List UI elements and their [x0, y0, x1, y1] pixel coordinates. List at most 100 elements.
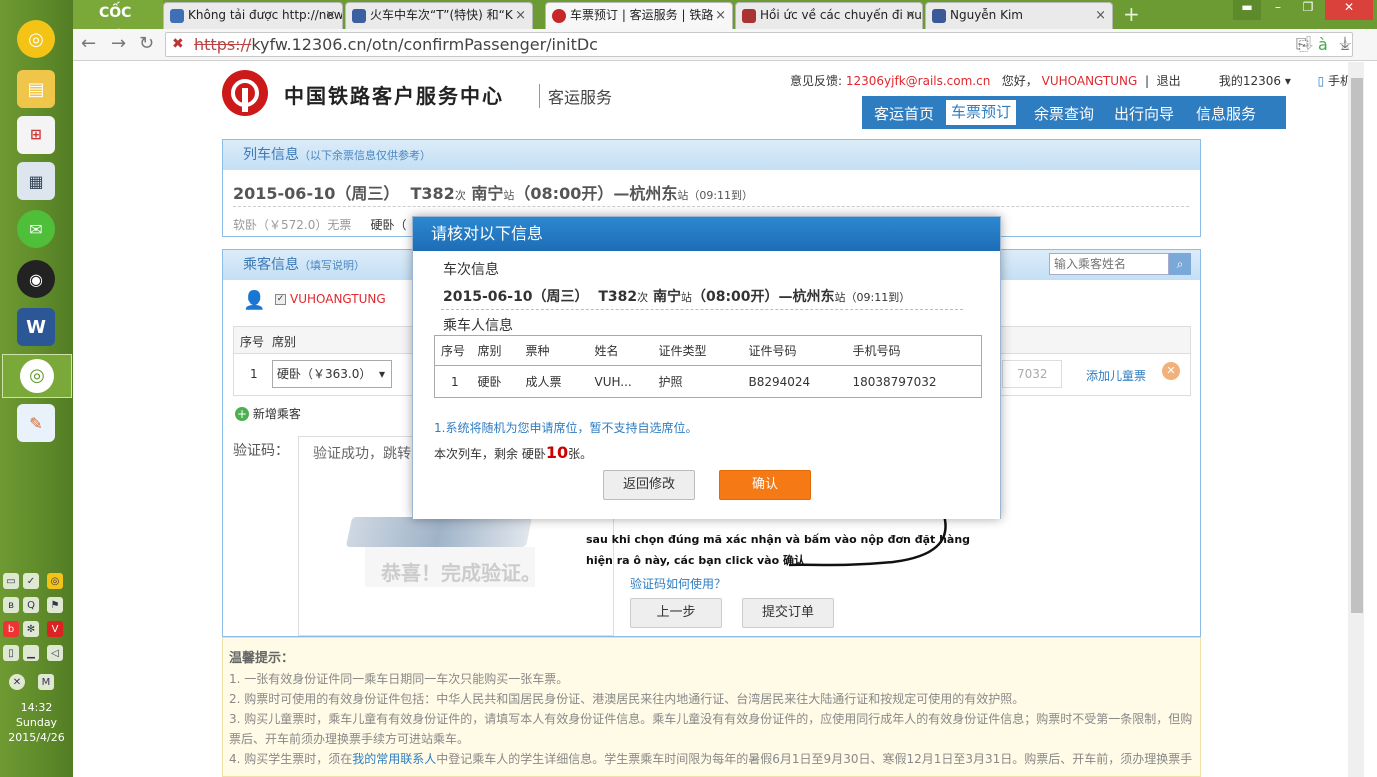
td-id-number: B8294024 [748, 374, 811, 389]
tray-monitor-icon[interactable]: ▭ [3, 573, 19, 589]
calculator-icon[interactable]: ▦ [17, 162, 55, 200]
remain-suffix: 张。 [568, 447, 593, 461]
dialog-table-header: 序号 席别 票种 姓名 证件类型 证件号码 手机号码 [434, 335, 982, 366]
tip-4: 4. 购买学生票时，须在我的常用联系人中登记乘车人的学生详细信息。学生票乘车时间… [229, 749, 1194, 769]
back-icon[interactable]: ← [81, 33, 96, 54]
reload-icon[interactable]: ↻ [139, 33, 154, 54]
new-tab-button[interactable]: + [1123, 2, 1140, 26]
tab-5[interactable]: Nguyễn Kim × [925, 2, 1113, 29]
dialog-from: 南宁 [652, 289, 681, 305]
page-viewport: 中国铁路客户服务中心 客运服务 意见反馈: 12306yjfk@rails.co… [73, 62, 1348, 777]
address-toolbar: ← → ↻ ✖ https://kyfw.12306.cn/otn/confir… [73, 29, 1377, 61]
paint-icon[interactable]: ✎ [17, 404, 55, 442]
td-id-type: 护照 [658, 375, 683, 389]
remain-prefix: 本次列车，剩余 硬卧 [434, 447, 546, 461]
td-seat: 硬卧 [477, 375, 502, 389]
coccoc-app-icon[interactable]: ◎ [17, 20, 55, 58]
coccoc-brand[interactable]: CỐC CỐC [73, 0, 163, 48]
tray-b-icon[interactable]: b [3, 621, 19, 637]
downloads-icon[interactable]: ⤓ [1341, 33, 1349, 54]
tray-search-icon[interactable]: Q [23, 597, 39, 613]
tray-close-icon[interactable]: ✕ [9, 674, 25, 690]
close-window-icon[interactable]: ✕ [1325, 0, 1373, 20]
td-no: 1 [451, 374, 459, 389]
tab-favicon-icon [170, 9, 184, 23]
th-id-number: 证件号码 [742, 335, 847, 366]
url-path: kyfw.12306.cn/otn/confirmPassenger/initD… [251, 35, 598, 54]
wechat-icon[interactable]: ✉ [17, 210, 55, 248]
tab-close-icon[interactable]: × [325, 3, 336, 28]
word-icon[interactable]: W [17, 308, 55, 346]
spell-icon[interactable]: à [1318, 33, 1328, 56]
tip-4-a: 4. 购买学生票时，须在 [229, 752, 353, 766]
dialog-date: 2015-06-10（周三） [443, 289, 589, 305]
tray-coccoc-icon[interactable]: ◎ [47, 573, 63, 589]
dialog-depart: （08:00开）— [691, 289, 793, 305]
tray-bluetooth-icon[interactable]: ʙ [3, 597, 19, 613]
insecure-lock-icon: ✖ [172, 36, 184, 52]
tab-2[interactable]: 火车中车次“T”(特快) 和“K × [345, 2, 533, 29]
back-edit-button[interactable]: 返回修改 [603, 470, 695, 500]
tab-label: 火车中车次“T”(特快) 和“K [370, 8, 513, 22]
url-input[interactable]: ✖ https://kyfw.12306.cn/otn/confirmPasse… [165, 32, 1353, 57]
minimize-icon[interactable]: – [1263, 0, 1293, 20]
tray-m-icon[interactable]: M [38, 674, 54, 690]
download-video-icon[interactable]: ⇩ [1301, 33, 1316, 54]
maximize-icon[interactable]: ❐ [1293, 0, 1323, 20]
tab-label: Hồi ức về các chuyến đi nu [760, 8, 922, 22]
dialog-to: 杭州东 [792, 289, 835, 305]
th-no: 序号 [434, 335, 472, 366]
dialog-to-zhan: 站 [834, 291, 846, 304]
remain-count: 10 [545, 443, 569, 462]
tab-1[interactable]: Không tải được http://new × [163, 2, 343, 29]
tray-v-icon[interactable]: V [47, 621, 63, 637]
tab-close-icon[interactable]: × [515, 3, 526, 28]
tray-check-icon[interactable]: ✓ [23, 573, 39, 589]
browser-tab-bar: CỐC CỐC Không tải được http://new× 火车中车次… [73, 0, 1377, 48]
forward-icon[interactable]: → [111, 33, 126, 54]
clock-time: 14:32 [20, 701, 53, 714]
dialog-table-row: 1 硬卧 成人票 VUH... 护照 B8294024 18038797032 [435, 366, 982, 398]
tab-close-icon[interactable]: × [905, 3, 916, 28]
coccoc-active-icon[interactable]: ◎ [2, 354, 72, 398]
qq-icon[interactable]: ◉ [17, 260, 55, 298]
tab-favicon-icon [932, 9, 946, 23]
td-name: VUH... [594, 374, 632, 389]
dialog-passenger-table: 序号 席别 票种 姓名 证件类型 证件号码 手机号码 1 硬卧 成人票 VUH.… [434, 335, 982, 398]
file-explorer-icon[interactable]: ▤ [17, 70, 55, 108]
url-scheme: https:// [194, 35, 252, 54]
tab-label: Nguyễn Kim [950, 8, 1023, 22]
tab-favicon-icon [742, 9, 756, 23]
td-phone: 18038797032 [852, 374, 937, 389]
menu-icon[interactable]: ▬ [1233, 0, 1261, 20]
tab-close-icon[interactable]: × [715, 3, 726, 28]
tip-2: 2. 购票时可使用的有效身份证件包括：中华人民共和国居民身份证、港澳居民来往内地… [229, 692, 1025, 706]
network-app-icon[interactable]: ⊞ [17, 116, 55, 154]
clock-day: Sunday [15, 716, 58, 729]
clock-date: 2015/4/26 [8, 731, 65, 744]
tray-battery-icon[interactable]: ▯ [3, 645, 19, 661]
frequent-contacts-link[interactable]: 我的常用联系人 [352, 752, 436, 766]
tip-1: 1. 一张有效身份证件同一乘车日期同一车次只能购买一张车票。 [229, 672, 569, 686]
confirm-dialog: 请核对以下信息 车次信息 2015-06-10（周三） T382次 南宁站（08… [412, 216, 1001, 519]
th-name: 姓名 [588, 335, 653, 366]
tray-signal-icon[interactable]: ▁ [23, 645, 39, 661]
dialog-train-summary: 2015-06-10（周三） T382次 南宁站（08:00开）—杭州东站（09… [443, 286, 910, 306]
dialog-body: 车次信息 2015-06-10（周三） T382次 南宁站（08:00开）—杭州… [413, 251, 1000, 519]
tray-snow-icon[interactable]: ✻ [23, 621, 39, 637]
th-phone: 手机号码 [846, 335, 982, 366]
tab-label: 车票预订 | 客运服务 | 铁路 [570, 8, 714, 22]
tray-flag-icon[interactable]: ⚑ [47, 597, 63, 613]
tab-3-active[interactable]: 车票预订 | 客运服务 | 铁路 × [545, 2, 733, 29]
windows-taskbar: ◎ ▤ ⊞ ▦ ✉ ◉ W ◎ ✎ ▭ ✓ ◎ ʙ Q ⚑ b ✻ V ▯ ▁ … [0, 0, 73, 777]
annotation-line-2: hiện ra ô này, các bạn click vào 确认 [586, 554, 805, 567]
scrollbar-thumb[interactable] [1351, 78, 1363, 613]
confirm-button[interactable]: 确认 [719, 470, 811, 500]
td-ticket-type: 成人票 [525, 375, 562, 389]
tips-title: 温馨提示： [229, 651, 295, 666]
tab-4[interactable]: Hồi ức về các chuyến đi nu × [735, 2, 923, 29]
tab-close-icon[interactable]: × [1095, 3, 1106, 28]
tray-volume-icon[interactable]: ◁ [47, 645, 63, 661]
dialog-zhan: 站 [680, 291, 692, 304]
system-clock[interactable]: 14:32 Sunday 2015/4/26 [0, 700, 73, 745]
